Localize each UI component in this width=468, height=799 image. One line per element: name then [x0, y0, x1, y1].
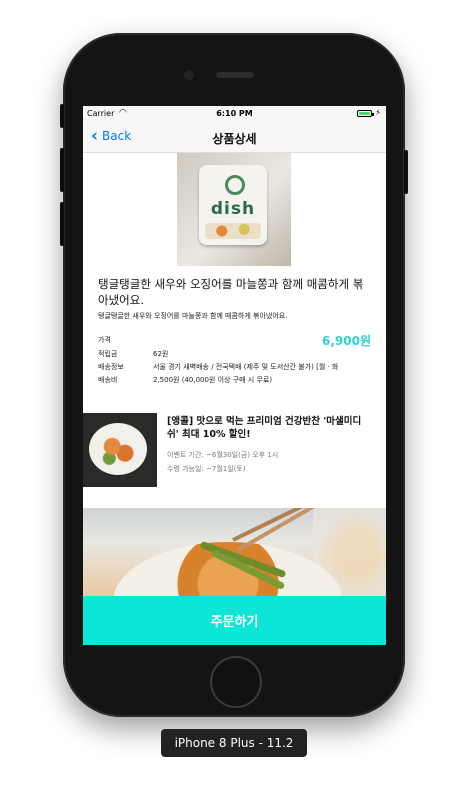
info-label: 가격 [98, 336, 111, 344]
event-period: 이벤트 기간: ~6월30일(금) 오후 1시 [167, 451, 279, 459]
status-bar: Carrier ◠ 6:10 PM ⚡ [83, 106, 386, 122]
battery-icon [357, 110, 374, 117]
event-title: [앵콜] 맛으로 먹는 프리미엄 건강반찬 '마샐미디쉬' 최대 10% 할인! [167, 416, 362, 440]
mute-switch [60, 104, 64, 128]
product-price: 6,900원 [322, 334, 371, 348]
earpiece-speaker [216, 72, 254, 78]
power-button [404, 150, 408, 194]
info-value: 서울 경기 새벽배송 / 전국택배 (제주 및 도서산간 불가) [월 · 화 [153, 363, 339, 371]
home-button[interactable] [210, 656, 262, 708]
navigation-bar: ‹ Back 상품상세 [83, 122, 386, 153]
page-title: 상품상세 [212, 132, 257, 146]
front-camera [184, 70, 194, 80]
info-value: 62원 [153, 350, 169, 358]
info-value: 2,500원 (40,000원 이상 구매 시 무료) [153, 376, 273, 384]
simulator-device-label: iPhone 8 Plus - 11.2 [161, 729, 307, 757]
order-button[interactable]: 주문하기 [83, 596, 386, 645]
volume-down-button [60, 202, 64, 246]
charging-icon: ⚡ [375, 108, 381, 117]
volume-up-button [60, 148, 64, 192]
food-photo-banner [83, 508, 386, 596]
product-title: 탱글탱글한 새우와 오징어를 마늘쫑과 함께 매콤하게 볶아냈어요. [98, 277, 364, 307]
event-delivery-date: 수령 가능일: ~7월1일(토) [167, 465, 246, 473]
product-image: dish [177, 153, 291, 266]
info-label: 배송정보 [98, 363, 124, 371]
product-image-logo: dish [210, 199, 256, 219]
info-label: 적립금 [98, 350, 118, 358]
event-banner[interactable]: [앵콜] 맛으로 먹는 프리미엄 건강반찬 '마샐미디쉬' 최대 10% 할인!… [83, 413, 386, 489]
status-time: 6:10 PM [216, 109, 253, 118]
event-image [83, 413, 157, 487]
product-subtitle: 탱글탱글한 새우와 오징어를 마늘쫑과 함께 매콤하게 볶아냈어요. [98, 312, 288, 320]
app-screen: Carrier ◠ 6:10 PM ⚡ ‹ Back 상품상세 dish 탱글탱… [83, 106, 386, 645]
info-label: 배송비 [98, 376, 118, 384]
